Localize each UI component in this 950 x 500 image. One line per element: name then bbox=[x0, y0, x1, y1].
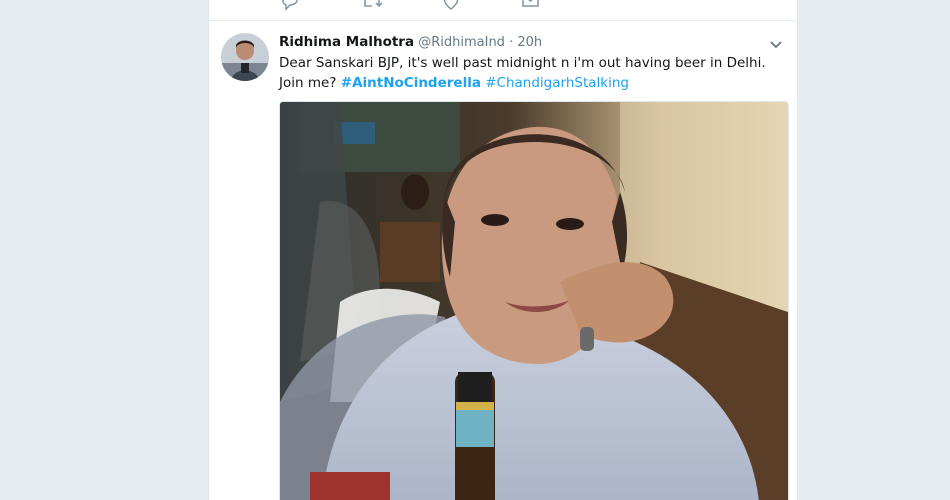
like-icon[interactable] bbox=[441, 0, 463, 14]
separator-dot: · bbox=[509, 35, 514, 50]
tweet-text: Dear Sanskari BJP, it's well past midnig… bbox=[279, 53, 769, 93]
author-avatar[interactable] bbox=[221, 33, 269, 81]
hashtag-chandigarhstalking[interactable]: #ChandigarhStalking bbox=[485, 75, 629, 91]
author-name[interactable]: Ridhima Malhotra bbox=[279, 34, 414, 50]
message-icon[interactable] bbox=[521, 0, 543, 14]
hashtag-aintnocinderella[interactable]: #AintNoCinderella bbox=[341, 75, 481, 91]
previous-tweet-action-bar bbox=[209, 0, 797, 21]
tweet-photo[interactable] bbox=[279, 101, 789, 500]
chevron-down-icon[interactable] bbox=[768, 36, 784, 49]
tweet-timestamp[interactable]: 20h bbox=[517, 35, 542, 50]
tweet-header: Ridhima Malhotra @RidhimaInd · 20h bbox=[279, 33, 542, 51]
timeline-column: Ridhima Malhotra @RidhimaInd · 20h Dear … bbox=[208, 0, 798, 500]
author-handle[interactable]: @RidhimaInd bbox=[418, 35, 505, 50]
reply-icon[interactable] bbox=[280, 0, 302, 14]
retweet-icon[interactable] bbox=[361, 0, 383, 14]
